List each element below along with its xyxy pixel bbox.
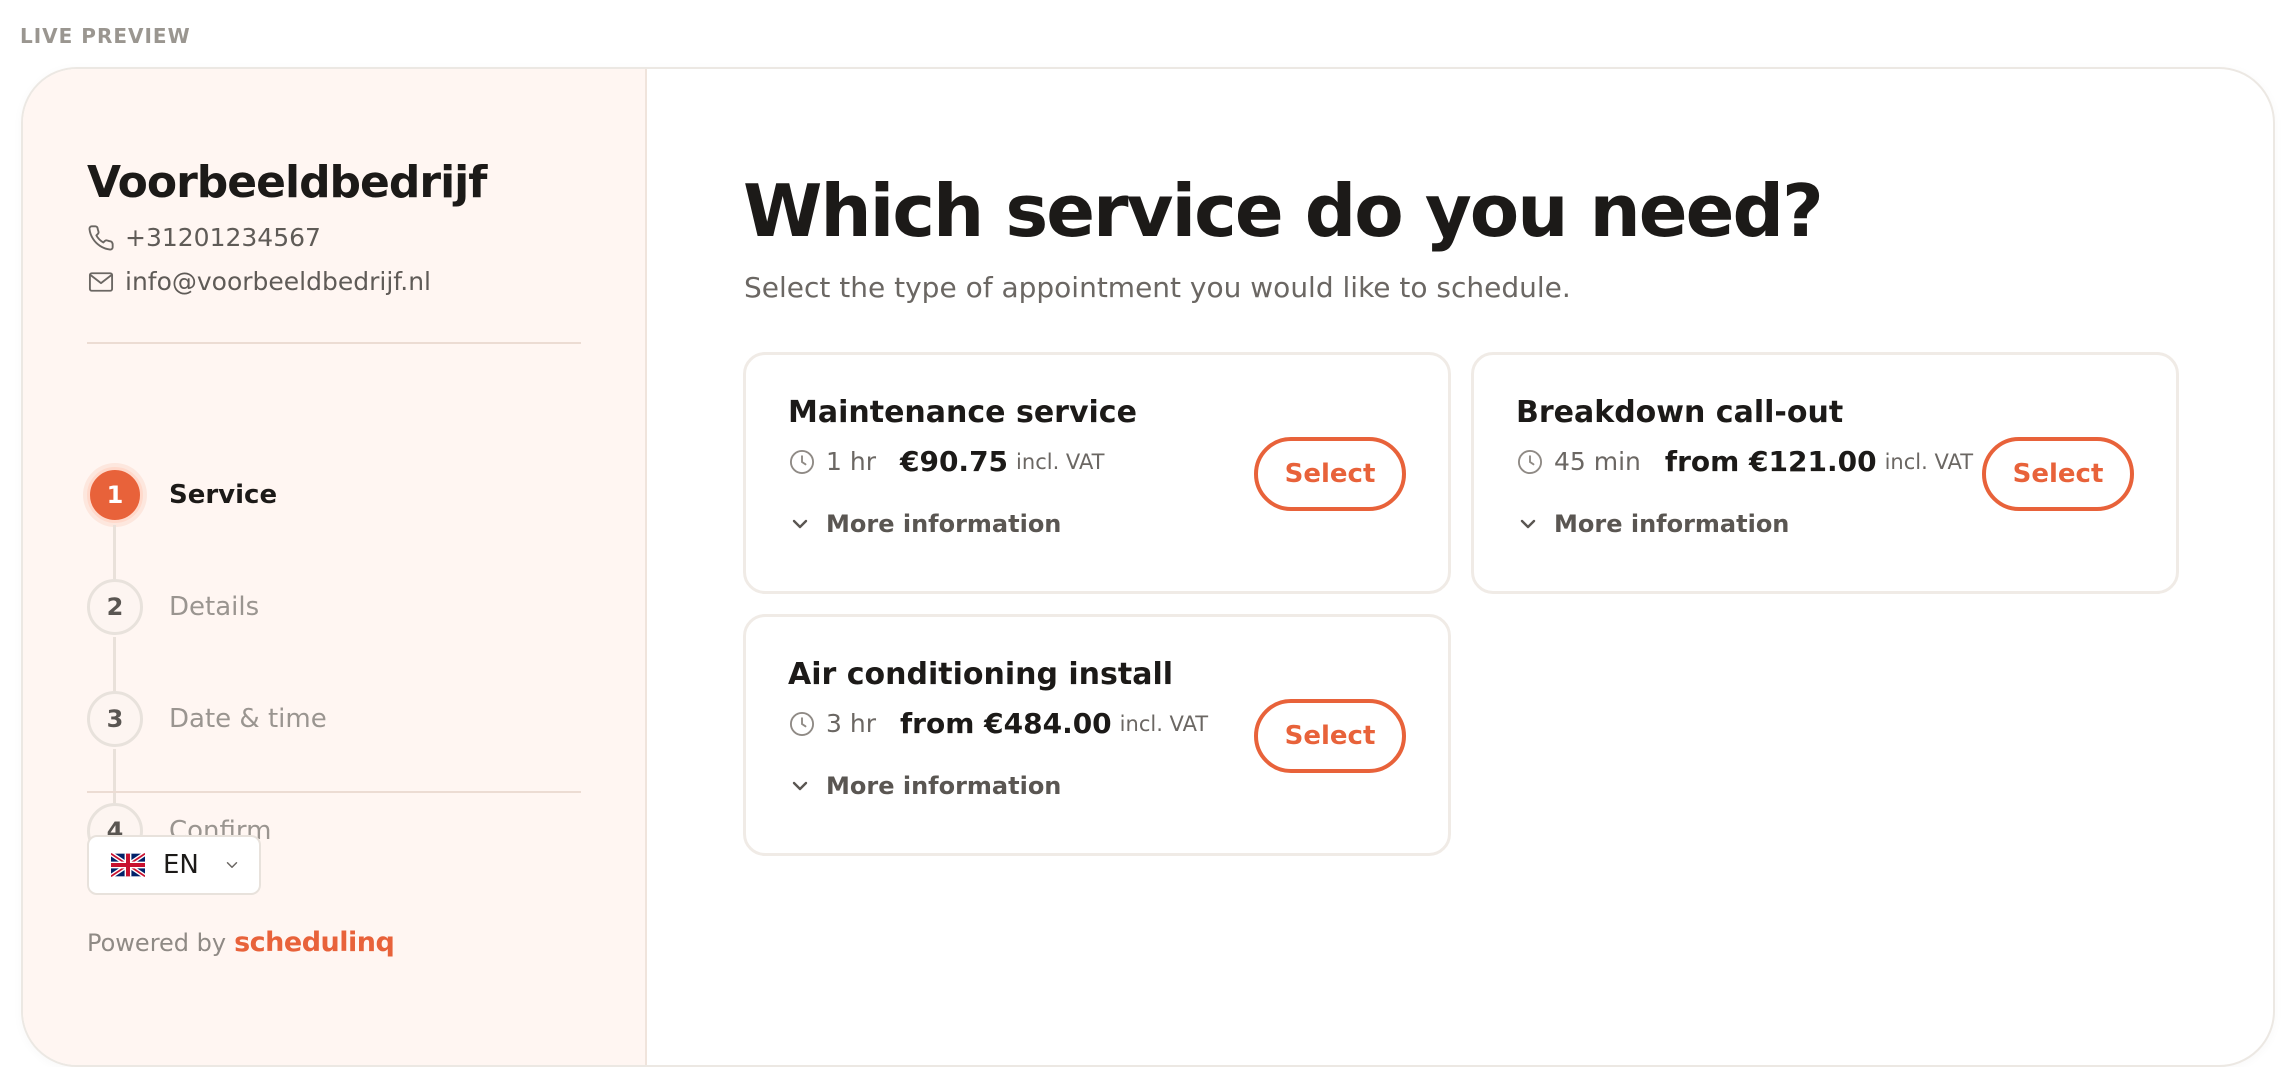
sidebar-divider <box>87 791 581 793</box>
chevron-down-icon <box>792 781 808 791</box>
powered-by: Powered by schedulinq <box>87 927 395 958</box>
phone-icon <box>88 224 114 250</box>
service-card-air-conditioning: Air conditioning install 3 hr from €484.… <box>743 614 1451 856</box>
page-subtitle: Select the type of appointment you would… <box>744 271 1571 304</box>
step-details: 2 Details <box>87 579 259 635</box>
step-connector <box>113 637 116 691</box>
booking-widget-frame: Voorbeeldbedrijf +31201234567 info@voorb… <box>21 67 2275 1067</box>
chevron-down-icon <box>1520 519 1536 529</box>
sidebar: Voorbeeldbedrijf +31201234567 info@voorb… <box>23 69 647 1065</box>
email-address: info@voorbeeldbedrijf.nl <box>125 267 432 296</box>
language-select[interactable]: EN <box>87 835 261 895</box>
step-connector <box>113 749 116 803</box>
step-service: 1 Service <box>87 467 277 523</box>
uk-flag-icon <box>111 853 145 877</box>
clock-icon <box>789 711 815 736</box>
more-information-toggle[interactable]: More information <box>788 772 1061 800</box>
step-date-time: 3 Date & time <box>87 691 327 747</box>
language-code: EN <box>163 850 199 880</box>
more-information-label: More information <box>826 772 1062 800</box>
more-information-label: More information <box>826 510 1062 538</box>
live-preview-label: LIVE PREVIEW <box>20 24 191 48</box>
vat-note: incl. VAT <box>1119 711 1209 736</box>
service-duration: 3 hr <box>826 709 876 738</box>
service-duration: 45 min <box>1554 447 1641 476</box>
clock-icon <box>1517 449 1543 474</box>
powered-by-text: Powered by <box>87 929 227 957</box>
select-button[interactable]: Select <box>1254 437 1406 511</box>
service-name: Maintenance service <box>788 395 1137 430</box>
email-contact[interactable]: info@voorbeeldbedrijf.nl <box>87 267 431 296</box>
step-number: 3 <box>87 691 143 747</box>
service-meta: 3 hr from €484.00 incl. VAT <box>788 707 1208 740</box>
select-button[interactable]: Select <box>1982 437 2134 511</box>
page-title: Which service do you need? <box>743 169 1824 253</box>
service-price: €90.75 <box>899 445 1009 478</box>
step-label: Details <box>169 592 260 622</box>
service-price: from €121.00 <box>1664 445 1877 478</box>
phone-number: +31201234567 <box>125 223 321 252</box>
chevron-down-icon <box>792 519 808 529</box>
vat-note: incl. VAT <box>1016 449 1105 474</box>
step-connector <box>113 525 116 579</box>
sidebar-divider <box>87 342 581 344</box>
service-card-maintenance: Maintenance service 1 hr €90.75 incl. VA… <box>743 352 1451 594</box>
service-meta: 45 min from €121.00 incl. VAT <box>1516 445 1973 478</box>
phone-contact[interactable]: +31201234567 <box>87 223 321 252</box>
select-button[interactable]: Select <box>1254 699 1406 773</box>
mail-icon <box>88 271 114 292</box>
vat-note: incl. VAT <box>1884 449 1974 474</box>
company-name: Voorbeeldbedrijf <box>87 157 487 208</box>
more-information-toggle[interactable]: More information <box>1516 510 1789 538</box>
more-information-toggle[interactable]: More information <box>788 510 1061 538</box>
service-card-breakdown: Breakdown call-out 45 min from €121.00 i… <box>1471 352 2179 594</box>
service-name: Breakdown call-out <box>1516 395 1844 430</box>
step-number: 1 <box>87 467 143 523</box>
step-label: Service <box>169 480 278 510</box>
service-meta: 1 hr €90.75 incl. VAT <box>788 445 1105 478</box>
step-number: 2 <box>87 579 143 635</box>
chevron-down-icon <box>226 862 238 868</box>
schedulinq-logo[interactable]: schedulinq <box>234 927 395 958</box>
more-information-label: More information <box>1554 510 1790 538</box>
clock-icon <box>789 449 815 474</box>
main-content: Which service do you need? Select the ty… <box>647 69 2273 1065</box>
service-name: Air conditioning install <box>788 657 1174 692</box>
service-price: from €484.00 <box>899 707 1112 740</box>
service-duration: 1 hr <box>826 447 876 476</box>
step-label: Date & time <box>169 704 327 734</box>
